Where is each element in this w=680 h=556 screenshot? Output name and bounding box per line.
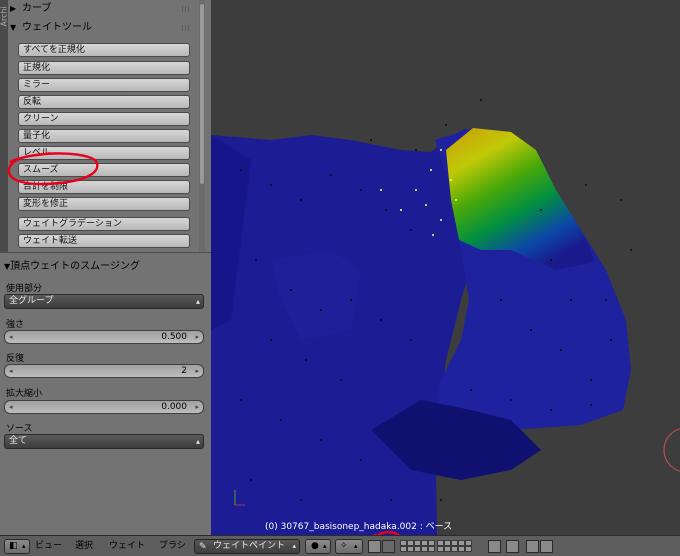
weight-paint-brush-icon: ✎ [199,542,207,552]
pivot-icon: ✧ [340,541,348,551]
menu-select[interactable]: 選択 [75,540,93,553]
dropdown-arrows-icon: ▴ [22,542,26,550]
editor-type-button[interactable]: ◧ ▴ [4,539,30,554]
vertex-mask-toggle-icon[interactable] [382,540,395,553]
mode-select[interactable]: ✎ ウェイトペイント ▴ [194,539,300,554]
layer-button[interactable] [414,546,421,552]
layer-button[interactable] [465,546,472,552]
dropdown-arrows-icon: ▴ [323,542,327,550]
viewport-header: ◧ ▴ ビュー 選択 ウェイト ブラシ ✎ ウェイトペイント ▴ ● ▴ ✧ ▴ [0,535,680,556]
pivot-point-button[interactable]: ✧ ▴ [335,539,363,554]
dropdown-arrows-icon: ▴ [354,542,358,550]
opengl-render-animation-icon[interactable] [540,540,553,553]
mode-select-value: ウェイトペイント [213,541,286,551]
layer-button[interactable] [444,546,451,552]
menu-view[interactable]: ビュー [35,540,62,553]
menu-weights[interactable]: ウェイト [109,540,145,553]
face-mask-toggle-icon[interactable] [368,540,381,553]
layer-button[interactable] [458,546,465,552]
layer-button[interactable] [407,546,414,552]
blender-window: Archi ▶ カーブ ▼ ウェイトツール すべてを正規化 正規化 ミラー 反転 ク… [0,0,680,556]
opengl-render-icon[interactable] [526,540,539,553]
dropdown-arrows-icon: ▴ [292,542,296,550]
viewport-shading-button[interactable]: ● ▴ [305,539,331,554]
layer-button[interactable] [437,546,444,552]
annotation-circle-smooth-icon [7,152,99,186]
layer-button[interactable] [421,546,428,552]
lock-camera-icon[interactable] [488,540,501,553]
layer-button[interactable] [400,546,407,552]
snap-icon[interactable] [506,540,519,553]
solid-sphere-icon: ● [311,541,319,551]
layer-button[interactable] [451,546,458,552]
menu-brush[interactable]: ブラシ [159,540,186,553]
3d-view-icon: ◧ [9,541,18,551]
annotation-overlay [7,152,402,555]
layer-button[interactable] [428,546,435,552]
